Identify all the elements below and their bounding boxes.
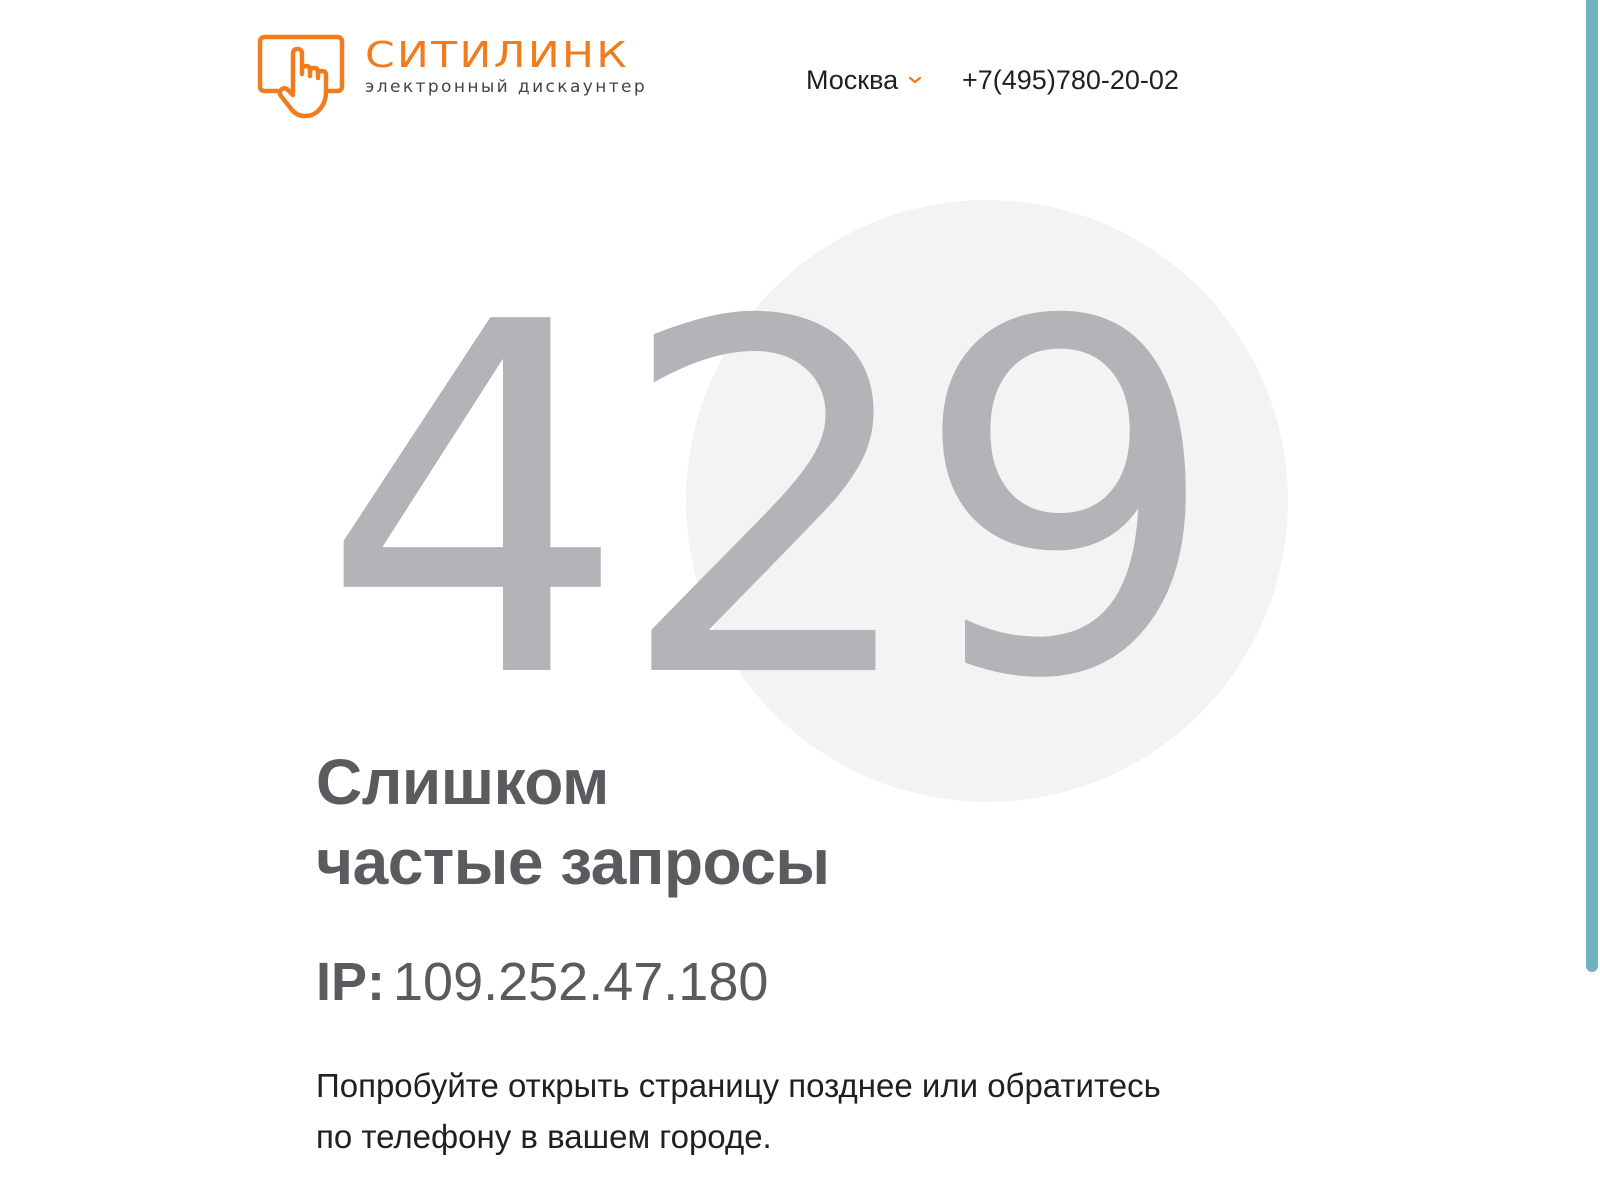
ip-label: IP: [316, 952, 386, 1012]
city-selector[interactable]: Москва [806, 62, 922, 98]
scrollbar-thumb[interactable] [1586, 0, 1598, 972]
phone-link[interactable]: +7(495)780-20-02 [962, 62, 1179, 98]
message-line-1: Попробуйте открыть страницу позднее или … [316, 1067, 1161, 1104]
error-code: 429 [320, 222, 1220, 785]
site-logo[interactable]: СИТИЛИНК электронный дискаунтер [257, 34, 657, 120]
ip-address: IP: 109.252.47.180 [316, 950, 768, 1014]
chevron-down-icon [908, 76, 922, 84]
title-line-2: частые запросы [316, 826, 830, 898]
ip-value: 109.252.47.180 [393, 952, 769, 1012]
scrollbar[interactable] [1584, 0, 1600, 1200]
city-label: Москва [806, 64, 899, 95]
page-title: Слишком частые запросы [316, 742, 1016, 902]
title-line-1: Слишком [316, 746, 609, 818]
logo-tagline: электронный дискаунтер [365, 77, 648, 97]
hand-pointer-screen-icon [257, 34, 345, 119]
logo-wordmark: СИТИЛИНК электронный дискаунтер [365, 34, 647, 98]
logo-name: СИТИЛИНК [365, 35, 629, 76]
error-page: СИТИЛИНК электронный дискаунтер Москва +… [0, 0, 1600, 1200]
message-line-2: по телефону в вашем городе. [316, 1118, 772, 1155]
error-message: Попробуйте открыть страницу позднее или … [316, 1060, 1276, 1162]
